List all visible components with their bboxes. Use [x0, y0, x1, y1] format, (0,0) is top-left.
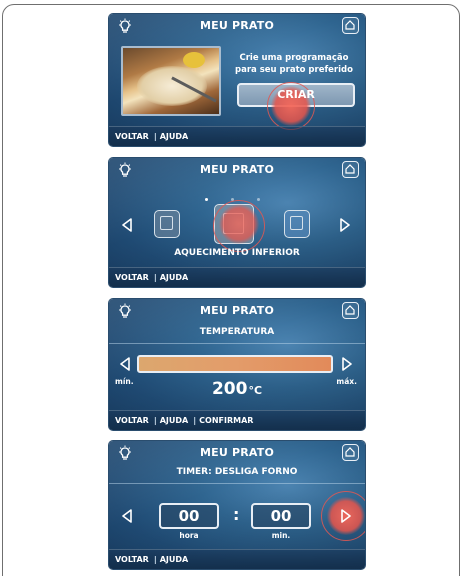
- promo-text: Crie uma programação para seu prato pref…: [229, 52, 359, 76]
- footer-separator: |: [153, 273, 157, 282]
- home-icon: [345, 20, 355, 30]
- screen-title: MEU PRATO: [199, 19, 275, 32]
- hours-field[interactable]: 00: [159, 503, 219, 529]
- temperature-unit: °C: [248, 384, 263, 397]
- footer-separator: |: [153, 132, 157, 141]
- back-link[interactable]: VOLTAR: [115, 273, 149, 282]
- next-arrow-icon[interactable]: [339, 218, 351, 232]
- screen-subtitle: TEMPERATURA: [199, 327, 275, 337]
- screen-footer: VOLTAR | AJUDA: [109, 267, 365, 287]
- home-button[interactable]: [342, 444, 359, 461]
- help-link[interactable]: AJUDA: [160, 416, 189, 425]
- subtitle-divider: [109, 343, 365, 344]
- back-link[interactable]: VOLTAR: [115, 555, 149, 564]
- home-icon: [345, 305, 355, 315]
- criar-button-label: CRIAR: [277, 88, 315, 101]
- page-dot: [257, 198, 260, 201]
- conventional-mode-icon[interactable]: [284, 210, 310, 238]
- touch-ring: [213, 200, 265, 252]
- increase-arrow-icon[interactable]: [341, 357, 353, 371]
- help-link[interactable]: AJUDA: [160, 273, 189, 282]
- minutes-field[interactable]: 00: [251, 503, 311, 529]
- temperature-value: 200: [211, 379, 248, 399]
- decrease-arrow-icon[interactable]: [119, 357, 131, 371]
- dish-photo-lemon: [183, 52, 205, 68]
- promo-line-1: Crie uma programação: [239, 53, 349, 63]
- mode-label: AQUECIMENTO INFERIOR: [174, 248, 300, 258]
- conventional-mode-icon-inner: [290, 216, 303, 230]
- screen-header: MEU PRATO: [109, 441, 365, 465]
- screen-meu-prato-temperatura: MEU PRATO TEMPERATURA mín. máx. 200°C VO…: [109, 299, 365, 430]
- temperature-readout: 200°C: [109, 379, 365, 399]
- footer-separator: |: [153, 555, 157, 564]
- grill-mode-icon[interactable]: [154, 210, 180, 238]
- screen-header: MEU PRATO: [109, 299, 365, 323]
- screen-header: MEU PRATO: [109, 14, 365, 38]
- screen-footer: VOLTAR | AJUDA: [109, 126, 365, 146]
- screen-footer: VOLTAR | AJUDA: [109, 549, 365, 569]
- home-button[interactable]: [342, 17, 359, 34]
- home-icon: [345, 447, 355, 457]
- home-icon: [345, 164, 355, 174]
- screen-header: MEU PRATO: [109, 158, 365, 182]
- screen-title: MEU PRATO: [199, 163, 275, 176]
- dish-photo-plate: [137, 66, 207, 106]
- previous-arrow-icon[interactable]: [121, 218, 133, 232]
- screen-meu-prato-modo: MEU PRATO AQUECIMENTO INFERIOR VOLTAR | AJ…: [109, 158, 365, 287]
- screen-title: MEU PRATO: [199, 304, 275, 317]
- back-link[interactable]: VOLTAR: [115, 416, 149, 425]
- previous-arrow-icon[interactable]: [121, 509, 133, 523]
- home-button[interactable]: [342, 161, 359, 178]
- grill-mode-icon-inner: [160, 216, 173, 230]
- screen-subtitle: TIMER: DESLIGA FORNO: [176, 467, 298, 477]
- home-button[interactable]: [342, 302, 359, 319]
- dish-photo: [121, 46, 221, 116]
- temperature-slider[interactable]: [137, 355, 333, 373]
- screen-meu-prato-criar: MEU PRATO Crie uma programação para seu …: [109, 14, 365, 146]
- confirm-link[interactable]: CONFIRMAR: [199, 416, 253, 425]
- back-link[interactable]: VOLTAR: [115, 132, 149, 141]
- promo-line-2: para seu prato preferido: [235, 65, 353, 75]
- help-link[interactable]: AJUDA: [160, 555, 189, 564]
- screen-meu-prato-timer: MEU PRATO TIMER: DESLIGA FORNO 00 hora :…: [109, 441, 365, 569]
- screen-title: MEU PRATO: [199, 446, 275, 459]
- hours-label: hora: [179, 531, 199, 540]
- footer-separator-2: |: [193, 416, 197, 425]
- time-separator: :: [233, 505, 240, 524]
- subtitle-divider: [109, 483, 365, 484]
- minutes-label: min.: [271, 531, 291, 540]
- next-arrow-icon[interactable]: [340, 509, 352, 523]
- screen-footer: VOLTAR | AJUDA | CONFIRMAR: [109, 410, 365, 430]
- help-link[interactable]: AJUDA: [160, 132, 189, 141]
- footer-separator: |: [153, 416, 157, 425]
- page-dot: [205, 198, 208, 201]
